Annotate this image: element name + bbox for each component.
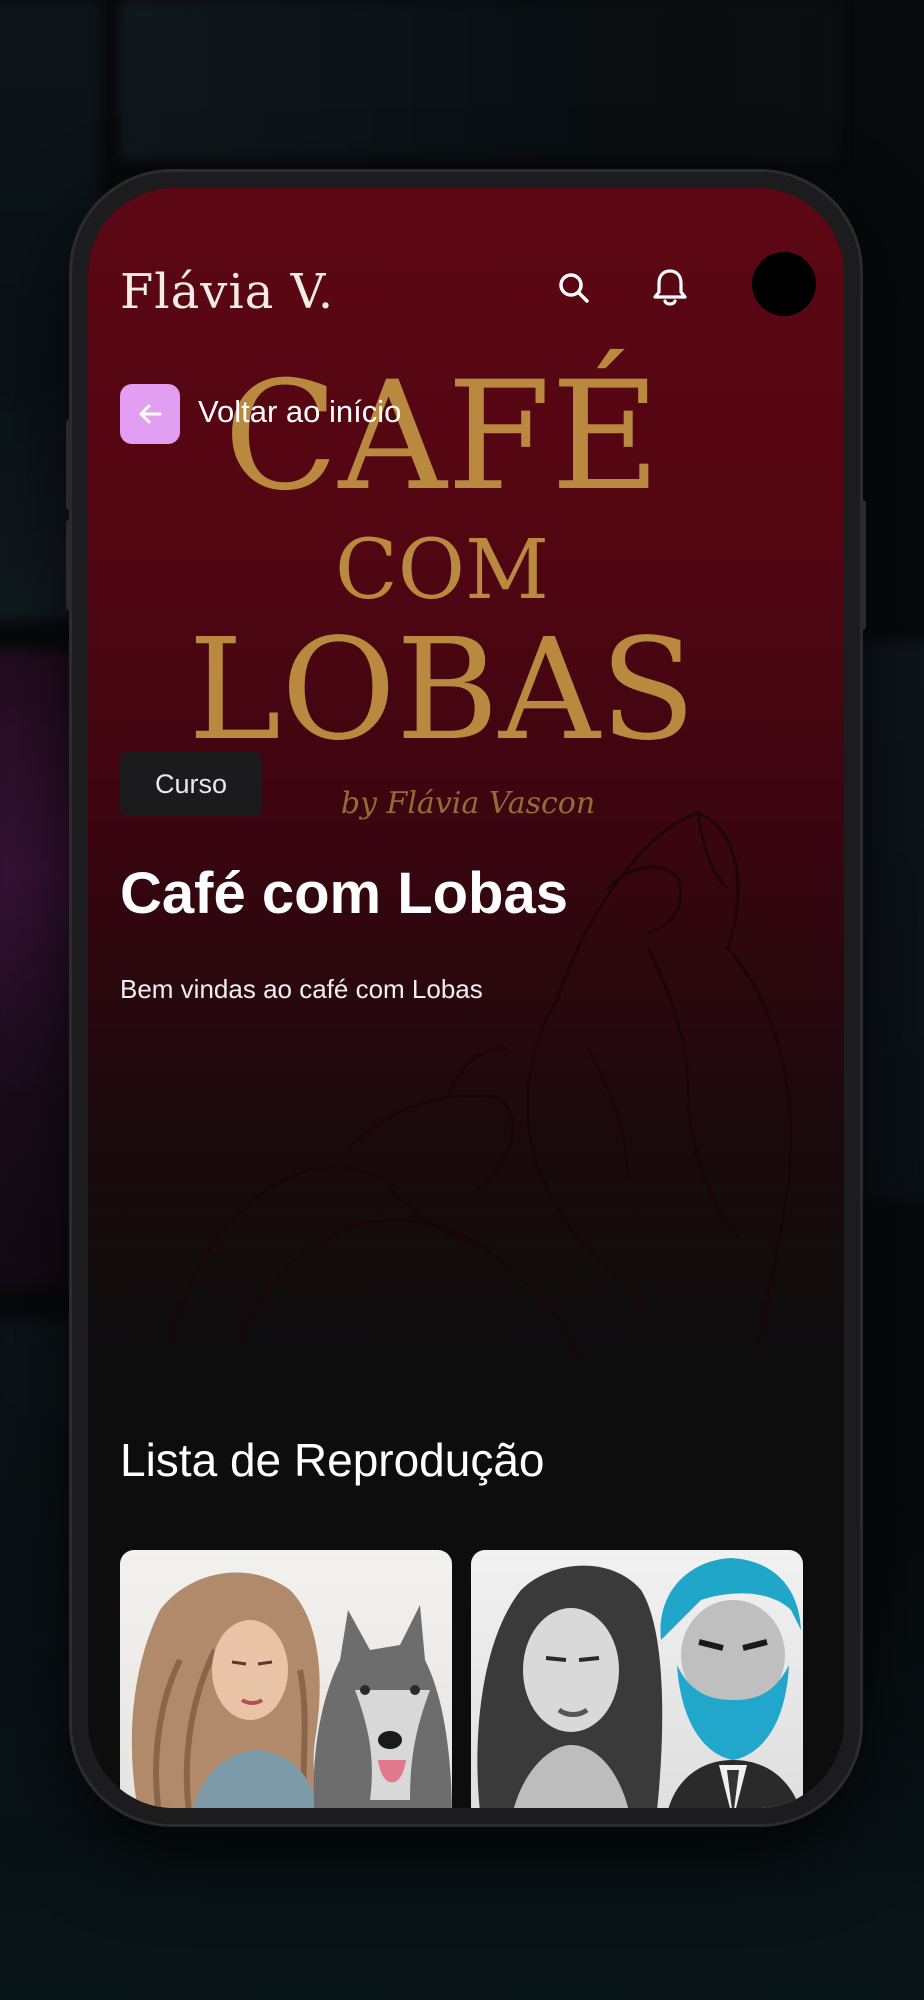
playlist-item-1[interactable] bbox=[120, 1550, 452, 1808]
background-thumbnail bbox=[860, 640, 924, 1200]
course-description: Bem vindas ao café com Lobas bbox=[120, 974, 483, 1004]
bell-icon[interactable] bbox=[646, 264, 694, 312]
banner-title-line2: COM bbox=[335, 523, 549, 618]
banner-byline: by Flávia Vascon bbox=[341, 786, 595, 821]
phone-side-button bbox=[66, 520, 72, 610]
back-button[interactable] bbox=[120, 384, 180, 444]
arrow-left-icon bbox=[139, 404, 162, 424]
banner-title-line1: CAFÉ bbox=[224, 349, 661, 524]
course-title: Café com Lobas bbox=[120, 861, 568, 926]
course-type-badge: Curso bbox=[120, 752, 262, 816]
phone-side-button bbox=[66, 420, 72, 510]
phone-side-button bbox=[860, 500, 866, 630]
playlist-item-2[interactable] bbox=[471, 1550, 803, 1808]
avatar[interactable] bbox=[752, 252, 816, 316]
banner-title-line3: LOBAS bbox=[188, 609, 696, 772]
app-screen: CAFÉ COM LOBAS by Flávia Vascon Flávia V… bbox=[88, 188, 844, 1808]
playlist-title: Lista de Reprodução bbox=[120, 1434, 545, 1486]
search-icon[interactable] bbox=[550, 264, 598, 312]
playlist-thumbnail-woman-wolf bbox=[131, 1572, 452, 1808]
course-hero-banner: CAFÉ COM LOBAS by Flávia Vascon Flávia V… bbox=[88, 188, 844, 1368]
brand-logo[interactable]: Flávia V. bbox=[120, 264, 334, 320]
playlist-thumbnail-woman-man bbox=[477, 1558, 801, 1808]
background-thumbnail bbox=[120, 0, 840, 160]
back-link[interactable]: Voltar ao início bbox=[198, 394, 401, 430]
